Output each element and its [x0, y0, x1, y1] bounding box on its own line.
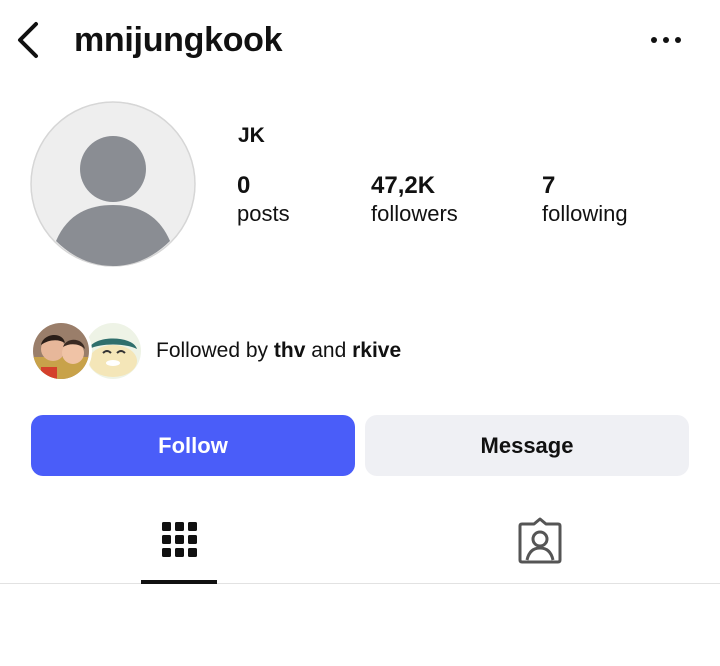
profile-username: mnijungkook	[74, 21, 283, 59]
posts-stat[interactable]: 0 posts	[237, 172, 290, 228]
followed-by-prefix: Followed by	[156, 339, 274, 362]
more-options-button[interactable]	[646, 28, 686, 52]
followed-by-joiner: and	[305, 339, 353, 362]
tab-tagged[interactable]	[502, 508, 578, 584]
ellipsis-horizontal-icon	[651, 37, 681, 43]
posts-count: 0	[237, 172, 251, 199]
mutual-username[interactable]: thv	[274, 339, 306, 362]
profile-picture[interactable]	[30, 101, 196, 267]
followers-label: followers	[371, 201, 458, 226]
mutual-username[interactable]: rkive	[352, 339, 401, 362]
following-count: 7	[542, 172, 556, 199]
follow-button[interactable]: Follow	[31, 415, 355, 476]
display-name: JK	[238, 124, 265, 147]
posts-label: posts	[237, 201, 290, 226]
tab-posts-grid[interactable]	[141, 508, 217, 584]
profile-tabs	[0, 508, 720, 584]
grid-icon	[162, 522, 197, 557]
following-label: following	[542, 201, 628, 226]
tagged-person-icon	[518, 517, 562, 564]
profile-header: mnijungkook	[0, 0, 720, 80]
mutual-followers[interactable]: Followed by thv and rkive	[30, 318, 690, 382]
followers-stat[interactable]: 47,2K followers	[371, 172, 458, 228]
followers-count: 47,2K	[371, 172, 436, 199]
active-tab-indicator	[141, 580, 217, 584]
chevron-left-icon	[18, 22, 38, 58]
following-stat[interactable]: 7 following	[542, 172, 628, 228]
back-button[interactable]	[14, 20, 46, 60]
default-avatar-icon	[30, 101, 196, 267]
message-button[interactable]: Message	[365, 415, 689, 476]
followed-by-text: Followed by thv and rkive	[156, 338, 401, 364]
mutual-avatar	[30, 320, 92, 382]
